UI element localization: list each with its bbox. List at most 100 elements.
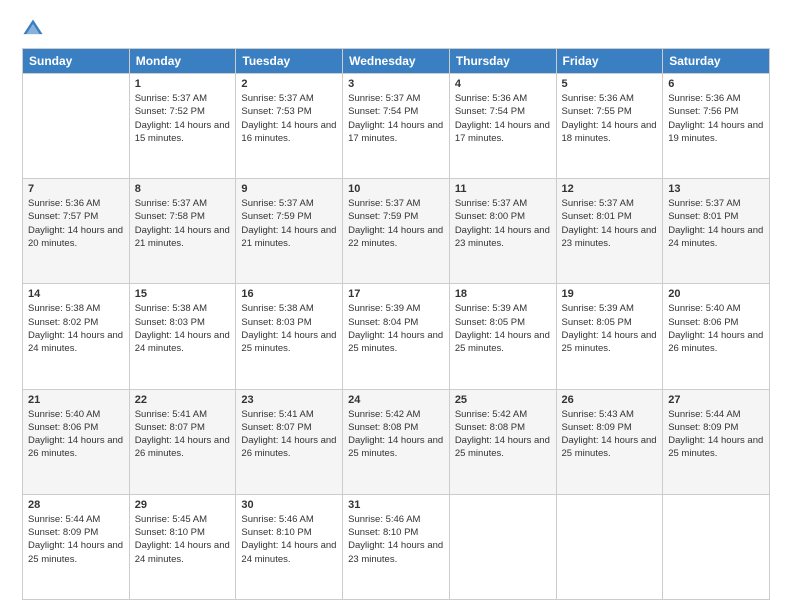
day-cell: 2 Sunrise: 5:37 AM Sunset: 7:53 PM Daylig…: [236, 74, 343, 179]
header-cell-sunday: Sunday: [23, 49, 130, 74]
day-cell: 5 Sunrise: 5:36 AM Sunset: 7:55 PM Daylig…: [556, 74, 663, 179]
day-cell: [663, 494, 770, 599]
day-cell: 14 Sunrise: 5:38 AM Sunset: 8:02 PM Dayli…: [23, 284, 130, 389]
header-row: SundayMondayTuesdayWednesdayThursdayFrid…: [23, 49, 770, 74]
day-number: 3: [348, 78, 444, 90]
day-cell: 9 Sunrise: 5:37 AM Sunset: 7:59 PM Daylig…: [236, 179, 343, 284]
week-row-2: 14 Sunrise: 5:38 AM Sunset: 8:02 PM Dayli…: [23, 284, 770, 389]
day-cell: 22 Sunrise: 5:41 AM Sunset: 8:07 PM Dayli…: [129, 389, 236, 494]
day-number: 16: [241, 288, 337, 300]
week-row-4: 28 Sunrise: 5:44 AM Sunset: 8:09 PM Dayli…: [23, 494, 770, 599]
day-number: 20: [668, 288, 764, 300]
day-cell: 18Sunrise: 5:39 AM Sunset: 8:05 PM Dayli…: [449, 284, 556, 389]
day-cell: [449, 494, 556, 599]
day-number: 13: [668, 183, 764, 195]
day-cell: 20 Sunrise: 5:40 AM Sunset: 8:06 PM Dayli…: [663, 284, 770, 389]
day-info: Sunrise: 5:36 AM Sunset: 7:55 PM Dayligh…: [562, 92, 658, 145]
day-cell: 13Sunrise: 5:37 AM Sunset: 8:01 PM Dayli…: [663, 179, 770, 284]
day-info: Sunrise: 5:36 AM Sunset: 7:54 PM Dayligh…: [455, 92, 551, 145]
day-info: Sunrise: 5:39 AM Sunset: 8:04 PM Dayligh…: [348, 302, 444, 355]
day-number: 10: [348, 183, 444, 195]
day-info: Sunrise: 5:36 AM Sunset: 7:56 PM Dayligh…: [668, 92, 764, 145]
day-cell: 6 Sunrise: 5:36 AM Sunset: 7:56 PM Daylig…: [663, 74, 770, 179]
day-info: Sunrise: 5:39 AM Sunset: 8:05 PM Dayligh…: [455, 302, 551, 355]
day-number: 17: [348, 288, 444, 300]
day-number: 9: [241, 183, 337, 195]
day-number: 22: [135, 394, 231, 406]
day-info: Sunrise: 5:37 AM Sunset: 7:59 PM Dayligh…: [348, 197, 444, 250]
page: SundayMondayTuesdayWednesdayThursdayFrid…: [0, 0, 792, 612]
day-cell: 17 Sunrise: 5:39 AM Sunset: 8:04 PM Dayli…: [343, 284, 450, 389]
day-number: 6: [668, 78, 764, 90]
day-number: 7: [28, 183, 124, 195]
day-cell: 30 Sunrise: 5:46 AM Sunset: 8:10 PM Dayli…: [236, 494, 343, 599]
day-number: 14: [28, 288, 124, 300]
day-number: 30: [241, 499, 337, 511]
header: [22, 18, 770, 40]
day-number: 21: [28, 394, 124, 406]
day-info: Sunrise: 5:37 AM Sunset: 7:59 PM Dayligh…: [241, 197, 337, 250]
day-cell: 21 Sunrise: 5:40 AM Sunset: 8:06 PM Dayli…: [23, 389, 130, 494]
day-number: 25: [455, 394, 551, 406]
day-info: Sunrise: 5:45 AM Sunset: 8:10 PM Dayligh…: [135, 513, 231, 566]
week-row-0: 1 Sunrise: 5:37 AM Sunset: 7:52 PM Daylig…: [23, 74, 770, 179]
day-number: 11: [455, 183, 551, 195]
day-cell: 31 Sunrise: 5:46 AM Sunset: 8:10 PM Dayli…: [343, 494, 450, 599]
day-info: Sunrise: 5:40 AM Sunset: 8:06 PM Dayligh…: [28, 408, 124, 461]
day-number: 23: [241, 394, 337, 406]
day-info: Sunrise: 5:38 AM Sunset: 8:02 PM Dayligh…: [28, 302, 124, 355]
day-cell: 15Sunrise: 5:38 AM Sunset: 8:03 PM Dayli…: [129, 284, 236, 389]
day-number: 26: [562, 394, 658, 406]
day-cell: [556, 494, 663, 599]
day-info: Sunrise: 5:46 AM Sunset: 8:10 PM Dayligh…: [241, 513, 337, 566]
header-cell-tuesday: Tuesday: [236, 49, 343, 74]
day-number: 1: [135, 78, 231, 90]
day-cell: 24Sunrise: 5:42 AM Sunset: 8:08 PM Dayli…: [343, 389, 450, 494]
header-cell-monday: Monday: [129, 49, 236, 74]
day-number: 2: [241, 78, 337, 90]
day-info: Sunrise: 5:36 AM Sunset: 7:57 PM Dayligh…: [28, 197, 124, 250]
day-info: Sunrise: 5:41 AM Sunset: 8:07 PM Dayligh…: [135, 408, 231, 461]
calendar-table: SundayMondayTuesdayWednesdayThursdayFrid…: [22, 48, 770, 600]
day-cell: [23, 74, 130, 179]
day-cell: 8 Sunrise: 5:37 AM Sunset: 7:58 PM Daylig…: [129, 179, 236, 284]
day-cell: 27 Sunrise: 5:44 AM Sunset: 8:09 PM Dayli…: [663, 389, 770, 494]
day-number: 5: [562, 78, 658, 90]
day-info: Sunrise: 5:42 AM Sunset: 8:08 PM Dayligh…: [348, 408, 444, 461]
header-cell-wednesday: Wednesday: [343, 49, 450, 74]
day-cell: 3 Sunrise: 5:37 AM Sunset: 7:54 PM Daylig…: [343, 74, 450, 179]
day-number: 29: [135, 499, 231, 511]
header-cell-saturday: Saturday: [663, 49, 770, 74]
day-number: 28: [28, 499, 124, 511]
day-info: Sunrise: 5:46 AM Sunset: 8:10 PM Dayligh…: [348, 513, 444, 566]
day-cell: 23 Sunrise: 5:41 AM Sunset: 8:07 PM Dayli…: [236, 389, 343, 494]
day-cell: 4Sunrise: 5:36 AM Sunset: 7:54 PM Daylig…: [449, 74, 556, 179]
day-info: Sunrise: 5:40 AM Sunset: 8:06 PM Dayligh…: [668, 302, 764, 355]
week-row-1: 7 Sunrise: 5:36 AM Sunset: 7:57 PM Daylig…: [23, 179, 770, 284]
week-row-3: 21 Sunrise: 5:40 AM Sunset: 8:06 PM Dayli…: [23, 389, 770, 494]
day-cell: 28 Sunrise: 5:44 AM Sunset: 8:09 PM Dayli…: [23, 494, 130, 599]
day-cell: 19Sunrise: 5:39 AM Sunset: 8:05 PM Dayli…: [556, 284, 663, 389]
day-info: Sunrise: 5:37 AM Sunset: 8:01 PM Dayligh…: [562, 197, 658, 250]
day-info: Sunrise: 5:44 AM Sunset: 8:09 PM Dayligh…: [28, 513, 124, 566]
header-cell-friday: Friday: [556, 49, 663, 74]
calendar-header: SundayMondayTuesdayWednesdayThursdayFrid…: [23, 49, 770, 74]
day-info: Sunrise: 5:37 AM Sunset: 7:54 PM Dayligh…: [348, 92, 444, 145]
day-info: Sunrise: 5:37 AM Sunset: 7:52 PM Dayligh…: [135, 92, 231, 145]
day-cell: 25Sunrise: 5:42 AM Sunset: 8:08 PM Dayli…: [449, 389, 556, 494]
day-cell: 12 Sunrise: 5:37 AM Sunset: 8:01 PM Dayli…: [556, 179, 663, 284]
day-number: 15: [135, 288, 231, 300]
day-info: Sunrise: 5:37 AM Sunset: 7:53 PM Dayligh…: [241, 92, 337, 145]
day-number: 8: [135, 183, 231, 195]
day-info: Sunrise: 5:39 AM Sunset: 8:05 PM Dayligh…: [562, 302, 658, 355]
day-info: Sunrise: 5:44 AM Sunset: 8:09 PM Dayligh…: [668, 408, 764, 461]
calendar-body: 1 Sunrise: 5:37 AM Sunset: 7:52 PM Daylig…: [23, 74, 770, 600]
day-cell: 10 Sunrise: 5:37 AM Sunset: 7:59 PM Dayli…: [343, 179, 450, 284]
day-number: 31: [348, 499, 444, 511]
day-info: Sunrise: 5:41 AM Sunset: 8:07 PM Dayligh…: [241, 408, 337, 461]
day-cell: 11Sunrise: 5:37 AM Sunset: 8:00 PM Dayli…: [449, 179, 556, 284]
day-number: 27: [668, 394, 764, 406]
day-cell: 16Sunrise: 5:38 AM Sunset: 8:03 PM Dayli…: [236, 284, 343, 389]
day-number: 12: [562, 183, 658, 195]
day-info: Sunrise: 5:37 AM Sunset: 7:58 PM Dayligh…: [135, 197, 231, 250]
